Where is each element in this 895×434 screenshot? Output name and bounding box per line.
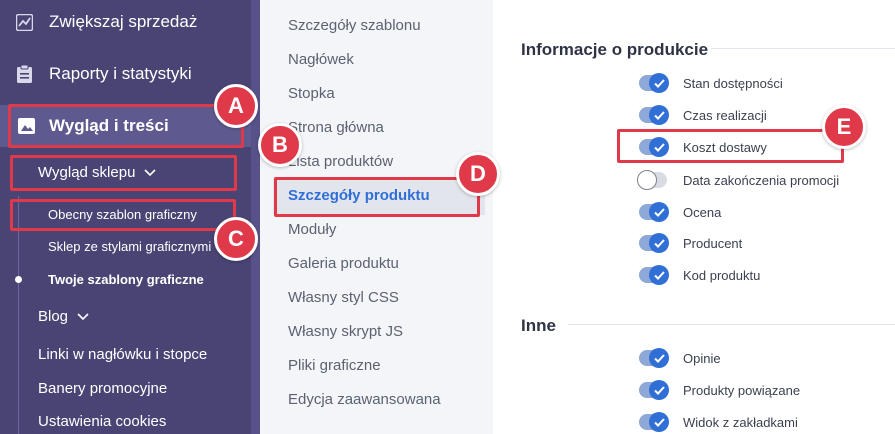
highlight-box-d [274, 177, 480, 217]
sidebar-item-banners[interactable]: Banery promocyjne [38, 380, 167, 397]
highlight-box-a [8, 104, 244, 148]
sidebar-item-links[interactable]: Linki w nagłówku i stopce [38, 346, 207, 363]
annotation-marker-b: B [258, 123, 302, 167]
annotation-marker-e: E [822, 105, 866, 149]
toggle-label: Produkty powiązane [683, 382, 801, 398]
check-icon [653, 238, 665, 248]
sidebar-item-label: Raporty i statystyki [49, 64, 192, 83]
toggle-row[interactable]: Kod produktu [639, 265, 761, 285]
toggle-switch[interactable] [639, 380, 669, 400]
clipboard-icon [17, 64, 32, 83]
toggle-label: Czas realizacji [683, 107, 767, 123]
toggle-label: Producent [683, 235, 743, 251]
section-title-other: Inne [521, 316, 556, 335]
menu-item-product-list[interactable]: Lista produktów [288, 153, 393, 170]
toggle-switch[interactable] [639, 202, 669, 222]
annotation-marker-d: D [456, 152, 500, 196]
menu-item-modules[interactable]: Moduły [288, 221, 336, 238]
toggle-row[interactable]: Data zakończenia promocji [637, 170, 840, 190]
tree-line [18, 196, 19, 434]
menu-item-graphic-files[interactable]: Pliki graficzne [288, 357, 381, 374]
check-icon [653, 385, 665, 395]
toggle-row[interactable]: Ocena [639, 202, 722, 222]
sidebar-item-blog[interactable]: Blog [38, 308, 89, 325]
toggle-label: Opinie [683, 350, 721, 366]
toggle-label: Kod produktu [683, 267, 761, 283]
menu-item-custom-js[interactable]: Własny skrypt JS [288, 323, 403, 340]
toggle-switch[interactable] [639, 412, 669, 432]
toggle-row[interactable]: Produkty powiązane [639, 380, 801, 400]
sidebar-item-label: Zwiększaj sprzedaż [49, 12, 198, 31]
chart-icon [16, 13, 33, 31]
section-title-product-info: Informacje o produkcie [521, 40, 709, 59]
section-divider [711, 48, 895, 49]
menu-item-header[interactable]: Nagłówek [288, 51, 354, 68]
sidebar-item-increase-sales[interactable]: Zwiększaj sprzedaż [16, 12, 197, 32]
highlight-box-c [10, 199, 236, 231]
toggle-switch[interactable] [639, 233, 669, 253]
annotation-marker-c: C [214, 217, 258, 261]
submenu-item-your-templates[interactable]: Twoje szablony graficzne [48, 272, 204, 287]
check-icon [653, 417, 665, 427]
toggle-row[interactable]: Stan dostępności [639, 73, 783, 93]
toggle-label: Ocena [683, 204, 722, 220]
product-details-settings: Informacje o produkcie Stan dostępności … [493, 0, 895, 434]
check-icon [653, 270, 665, 280]
toggle-switch[interactable] [639, 73, 669, 93]
sidebar-item-cookies[interactable]: Ustawienia cookies [38, 413, 166, 430]
toggle-row[interactable]: Widok z zakładkami [639, 412, 798, 432]
sidebar-item-reports[interactable]: Raporty i statystyki [16, 64, 192, 84]
highlight-box-b [10, 155, 237, 191]
menu-item-custom-css[interactable]: Własny styl CSS [288, 289, 399, 306]
toggle-switch[interactable] [639, 105, 669, 125]
chevron-down-icon [77, 312, 89, 320]
screen: { "sidebar": { "items_top": [ {"label": … [0, 0, 895, 434]
menu-item-advanced-edit[interactable]: Edycja zaawansowana [288, 391, 441, 408]
toggle-label: Widok z zakładkami [683, 414, 798, 430]
template-settings-menu: Szczegóły szablonu Nagłówek Stopka Stron… [260, 0, 493, 434]
check-icon [653, 110, 665, 120]
blog-label: Blog [38, 308, 69, 325]
toggle-label: Data zakończenia promocji [683, 172, 840, 188]
toggle-row[interactable]: Producent [639, 233, 743, 253]
toggle-switch[interactable] [639, 265, 669, 285]
toggle-row[interactable]: Czas realizacji [639, 105, 767, 125]
toggle-switch[interactable] [637, 170, 667, 190]
toggle-row[interactable]: Opinie [639, 348, 721, 368]
menu-item-template-details[interactable]: Szczegóły szablonu [288, 17, 421, 34]
section-divider [568, 324, 895, 325]
menu-item-home[interactable]: Strona główna [288, 119, 384, 136]
toggle-label: Stan dostępności [683, 75, 783, 91]
check-icon [653, 353, 665, 363]
sidebar-scrollbar[interactable] [251, 0, 260, 434]
toggle-switch[interactable] [639, 348, 669, 368]
check-icon [653, 78, 665, 88]
active-dot [15, 276, 22, 283]
submenu-item-styles-shop[interactable]: Sklep ze stylami graficznymi [48, 239, 211, 254]
menu-item-footer[interactable]: Stopka [288, 85, 335, 102]
check-icon [653, 207, 665, 217]
menu-item-product-gallery[interactable]: Galeria produktu [288, 255, 399, 272]
annotation-marker-a: A [214, 84, 258, 128]
highlight-box-e [617, 129, 844, 163]
